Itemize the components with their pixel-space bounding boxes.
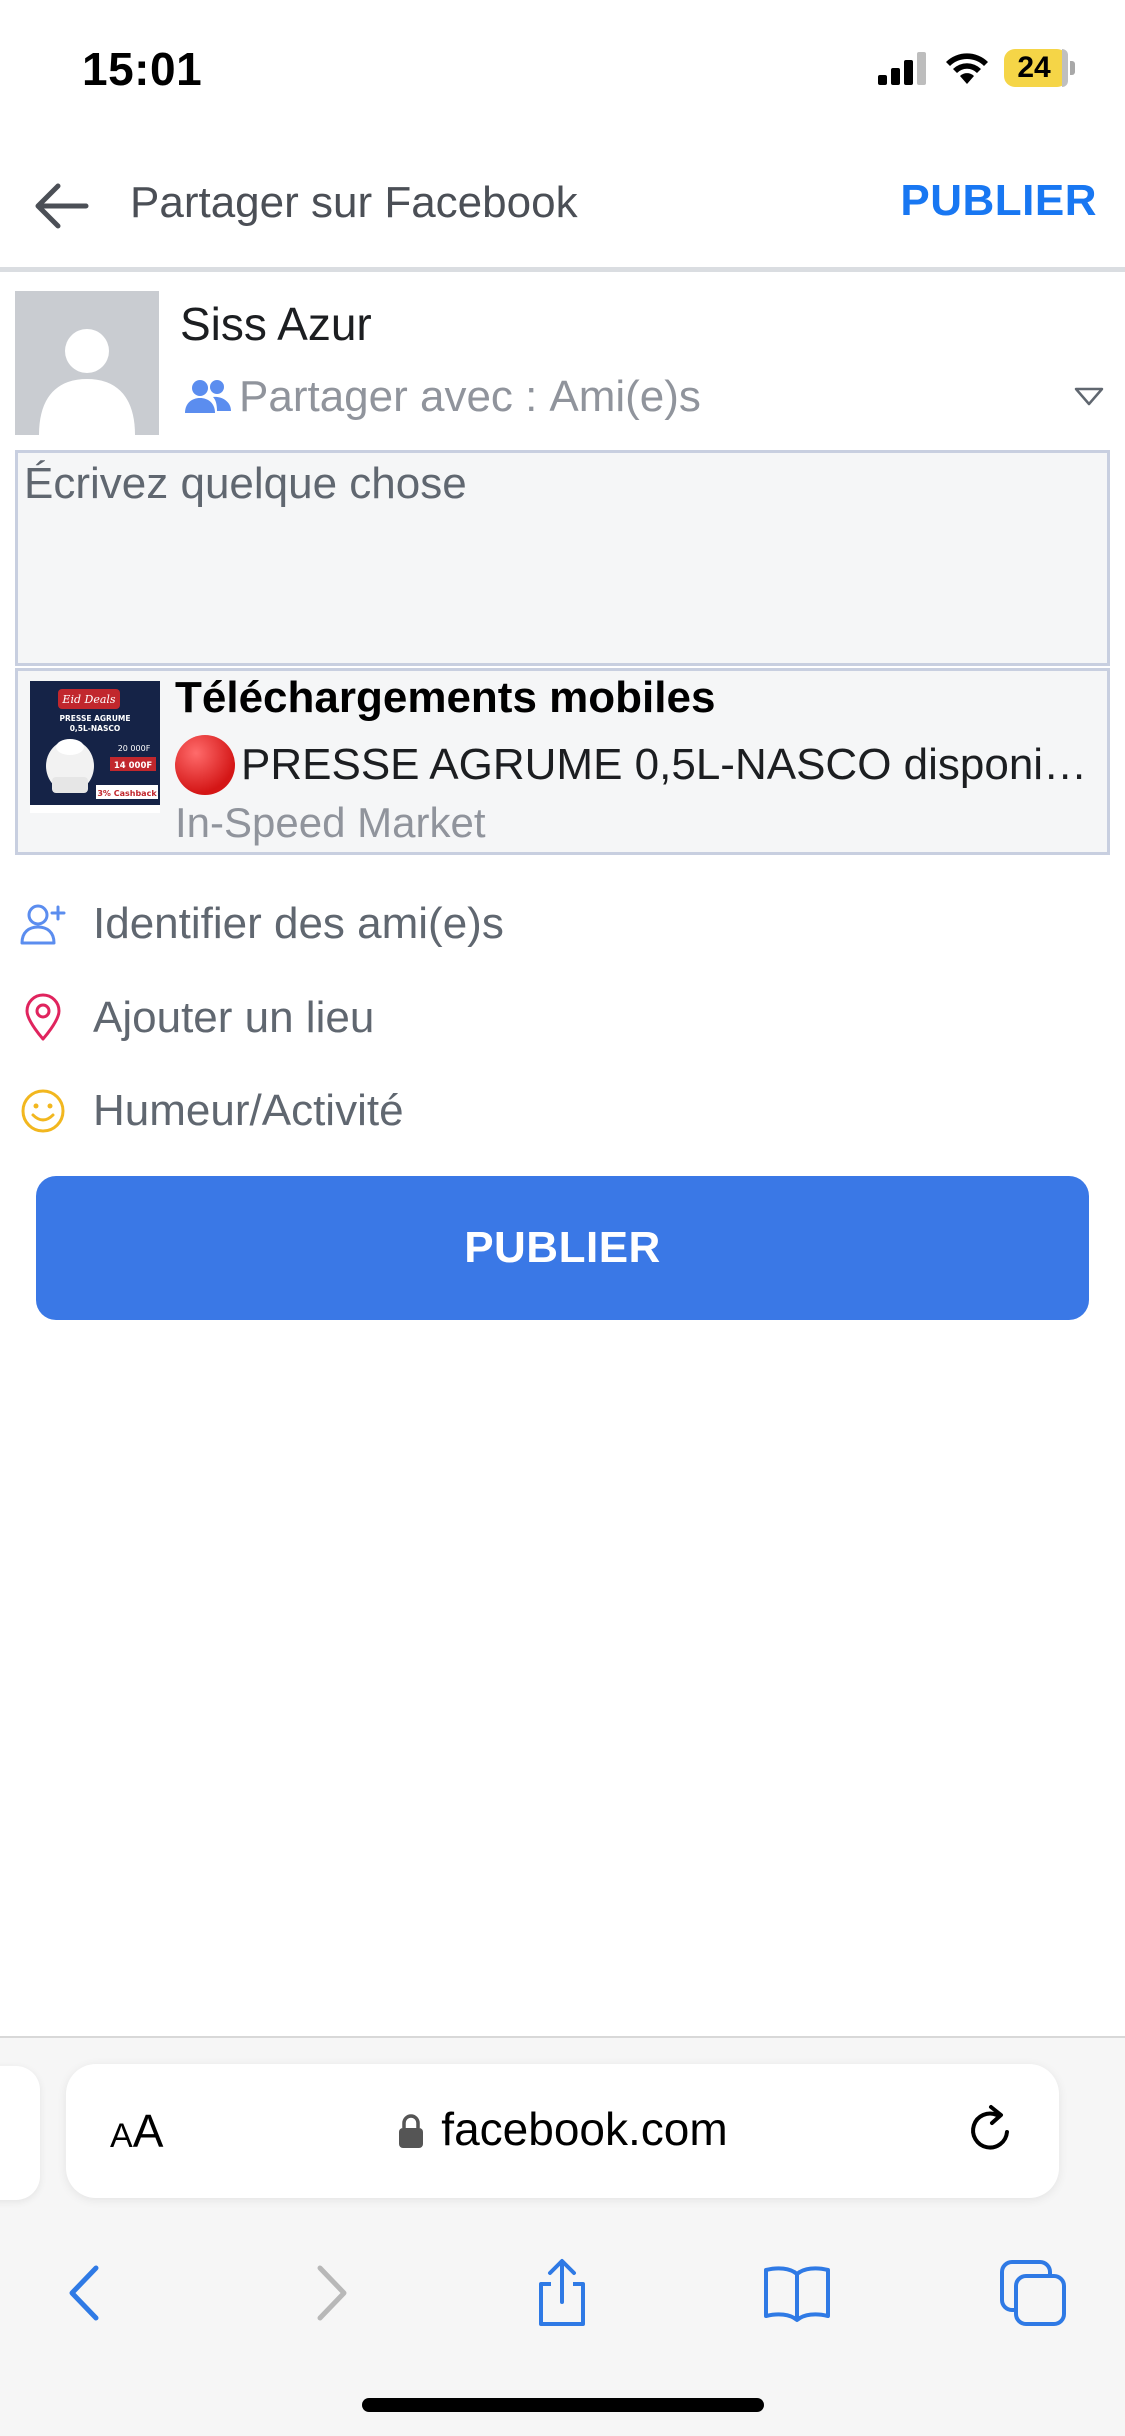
thumb-old-price: 20 000F <box>118 744 151 753</box>
lock-icon <box>399 2114 424 2148</box>
publish-button[interactable]: PUBLIER <box>36 1176 1089 1320</box>
bookmarks-icon[interactable] <box>762 2258 832 2328</box>
add-location-label: Ajouter un lieu <box>93 993 375 1042</box>
tag-friends-option[interactable]: Identifier des ami(e)s <box>0 883 1125 963</box>
svg-text:PRESSE AGRUME: PRESSE AGRUME <box>59 714 130 723</box>
status-time: 15:01 <box>82 43 203 95</box>
back-arrow-icon[interactable] <box>30 174 94 238</box>
add-friend-icon <box>20 904 66 945</box>
thumb-brand: Eid Deals <box>61 693 115 706</box>
location-pin-icon <box>25 993 61 1041</box>
friends-icon <box>185 380 231 413</box>
default-avatar-icon <box>15 291 159 435</box>
reload-icon[interactable] <box>963 2102 1019 2158</box>
add-location-option[interactable]: Ajouter un lieu <box>0 977 1125 1057</box>
address-bar[interactable]: AA facebook.com <box>66 2064 1059 2198</box>
preview-description: PRESSE AGRUME 0,5L-NASCO disponible <box>175 735 1095 795</box>
back-icon[interactable] <box>52 2258 122 2328</box>
thumb-price: 14 000F <box>114 761 153 771</box>
page-title: Partager sur Facebook <box>130 178 578 227</box>
feeling-activity-option[interactable]: Humeur/Activité <box>0 1070 1125 1150</box>
chevron-down-icon[interactable] <box>1073 385 1105 409</box>
url-text: facebook.com <box>441 2103 728 2155</box>
browser-bottom-bar: AA facebook.com <box>0 2036 1125 2436</box>
share-label: Partager avec : <box>239 372 538 421</box>
header-publish-button[interactable]: PUBLIER <box>900 176 1097 226</box>
forward-icon[interactable] <box>294 2258 364 2328</box>
audience-selector[interactable]: Partager avec : Ami(e)s <box>183 367 1105 427</box>
battery-icon: 24 <box>1004 49 1075 87</box>
preview-source: In-Speed Market <box>175 799 486 846</box>
status-bar: 15:01 24 <box>0 0 1125 140</box>
share-icon[interactable] <box>527 2258 597 2328</box>
tag-friends-label: Identifier des ami(e)s <box>93 899 504 948</box>
browser-toolbar <box>0 2228 1125 2348</box>
svg-text:0,5L-NASCO: 0,5L-NASCO <box>70 724 121 733</box>
author-row: Siss Azur Partager avec : Ami(e)s <box>0 277 1125 437</box>
composer-placeholder: Écrivez quelque chose <box>24 459 467 508</box>
url-display[interactable]: facebook.com <box>66 2102 1059 2156</box>
link-preview-card[interactable]: Eid Deals PRESSE AGRUME 0,5L-NASCO 20 00… <box>15 668 1110 855</box>
home-indicator[interactable] <box>362 2398 764 2412</box>
red-circle-icon <box>175 735 235 795</box>
share-header: Partager sur Facebook PUBLIER <box>0 140 1125 272</box>
status-icons: 24 <box>878 46 1075 90</box>
preview-title: Téléchargements mobiles <box>175 673 716 722</box>
audience-value: Ami(e)s <box>549 372 701 421</box>
tabs-icon[interactable] <box>998 2258 1068 2328</box>
preview-thumbnail: Eid Deals PRESSE AGRUME 0,5L-NASCO 20 00… <box>30 681 160 813</box>
avatar <box>15 291 159 435</box>
author-name: Siss Azur <box>180 298 372 350</box>
cellular-signal-icon <box>878 52 926 85</box>
thumb-cashback: 3% Cashback <box>97 789 157 798</box>
previous-tab-preview[interactable] <box>0 2066 40 2200</box>
post-text-input[interactable]: Écrivez quelque chose <box>15 450 1110 666</box>
feeling-activity-label: Humeur/Activité <box>93 1086 404 1135</box>
battery-level: 24 <box>1017 51 1051 84</box>
wifi-icon <box>946 53 988 84</box>
smiley-icon <box>21 1089 65 1133</box>
